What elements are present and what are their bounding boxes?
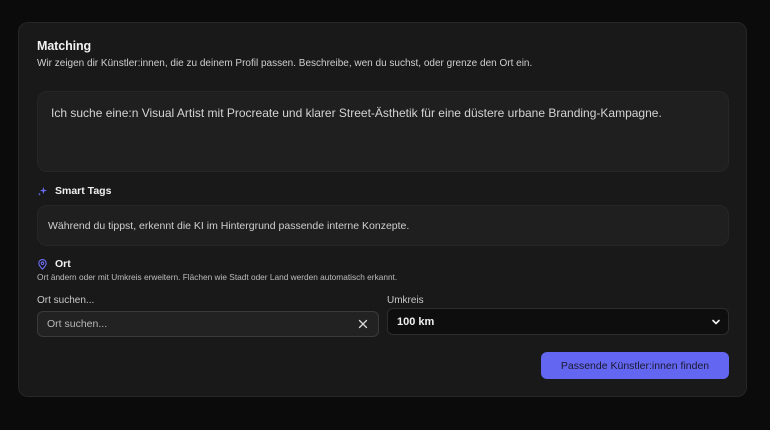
map-pin-icon: [37, 258, 48, 270]
ort-header: Ort: [37, 258, 71, 270]
sparkles-icon: [37, 186, 48, 197]
smart-tags-title: Smart Tags: [55, 185, 112, 197]
chevron-down-icon: [711, 317, 721, 327]
matching-subtitle: Wir zeigen dir Künstler:innen, die zu de…: [37, 58, 533, 69]
ort-search-input[interactable]: [47, 318, 357, 330]
umkreis-selected-value: 100 km: [397, 315, 435, 328]
ort-search-label: Ort suchen...: [37, 295, 95, 306]
ort-hint: Ort ändern oder mit Umkreis erweitern. F…: [37, 272, 398, 282]
matching-title: Matching: [37, 39, 92, 53]
smart-tags-hint: Während du tippst, erkennt die KI im Hin…: [48, 219, 410, 232]
ort-search-field: [37, 311, 379, 337]
umkreis-label: Umkreis: [387, 295, 424, 306]
smart-tags-box: Während du tippst, erkennt die KI im Hin…: [37, 205, 729, 246]
find-artists-button[interactable]: Passende Künstler:innen finden: [541, 352, 729, 379]
query-textarea[interactable]: Ich suche eine:n Visual Artist mit Procr…: [37, 91, 729, 172]
umkreis-select[interactable]: 100 km: [387, 308, 729, 335]
matching-card: Matching Wir zeigen dir Künstler:innen, …: [18, 22, 747, 397]
smart-tags-header: Smart Tags: [37, 185, 111, 197]
ort-title: Ort: [55, 258, 71, 270]
close-icon[interactable]: [357, 318, 369, 330]
